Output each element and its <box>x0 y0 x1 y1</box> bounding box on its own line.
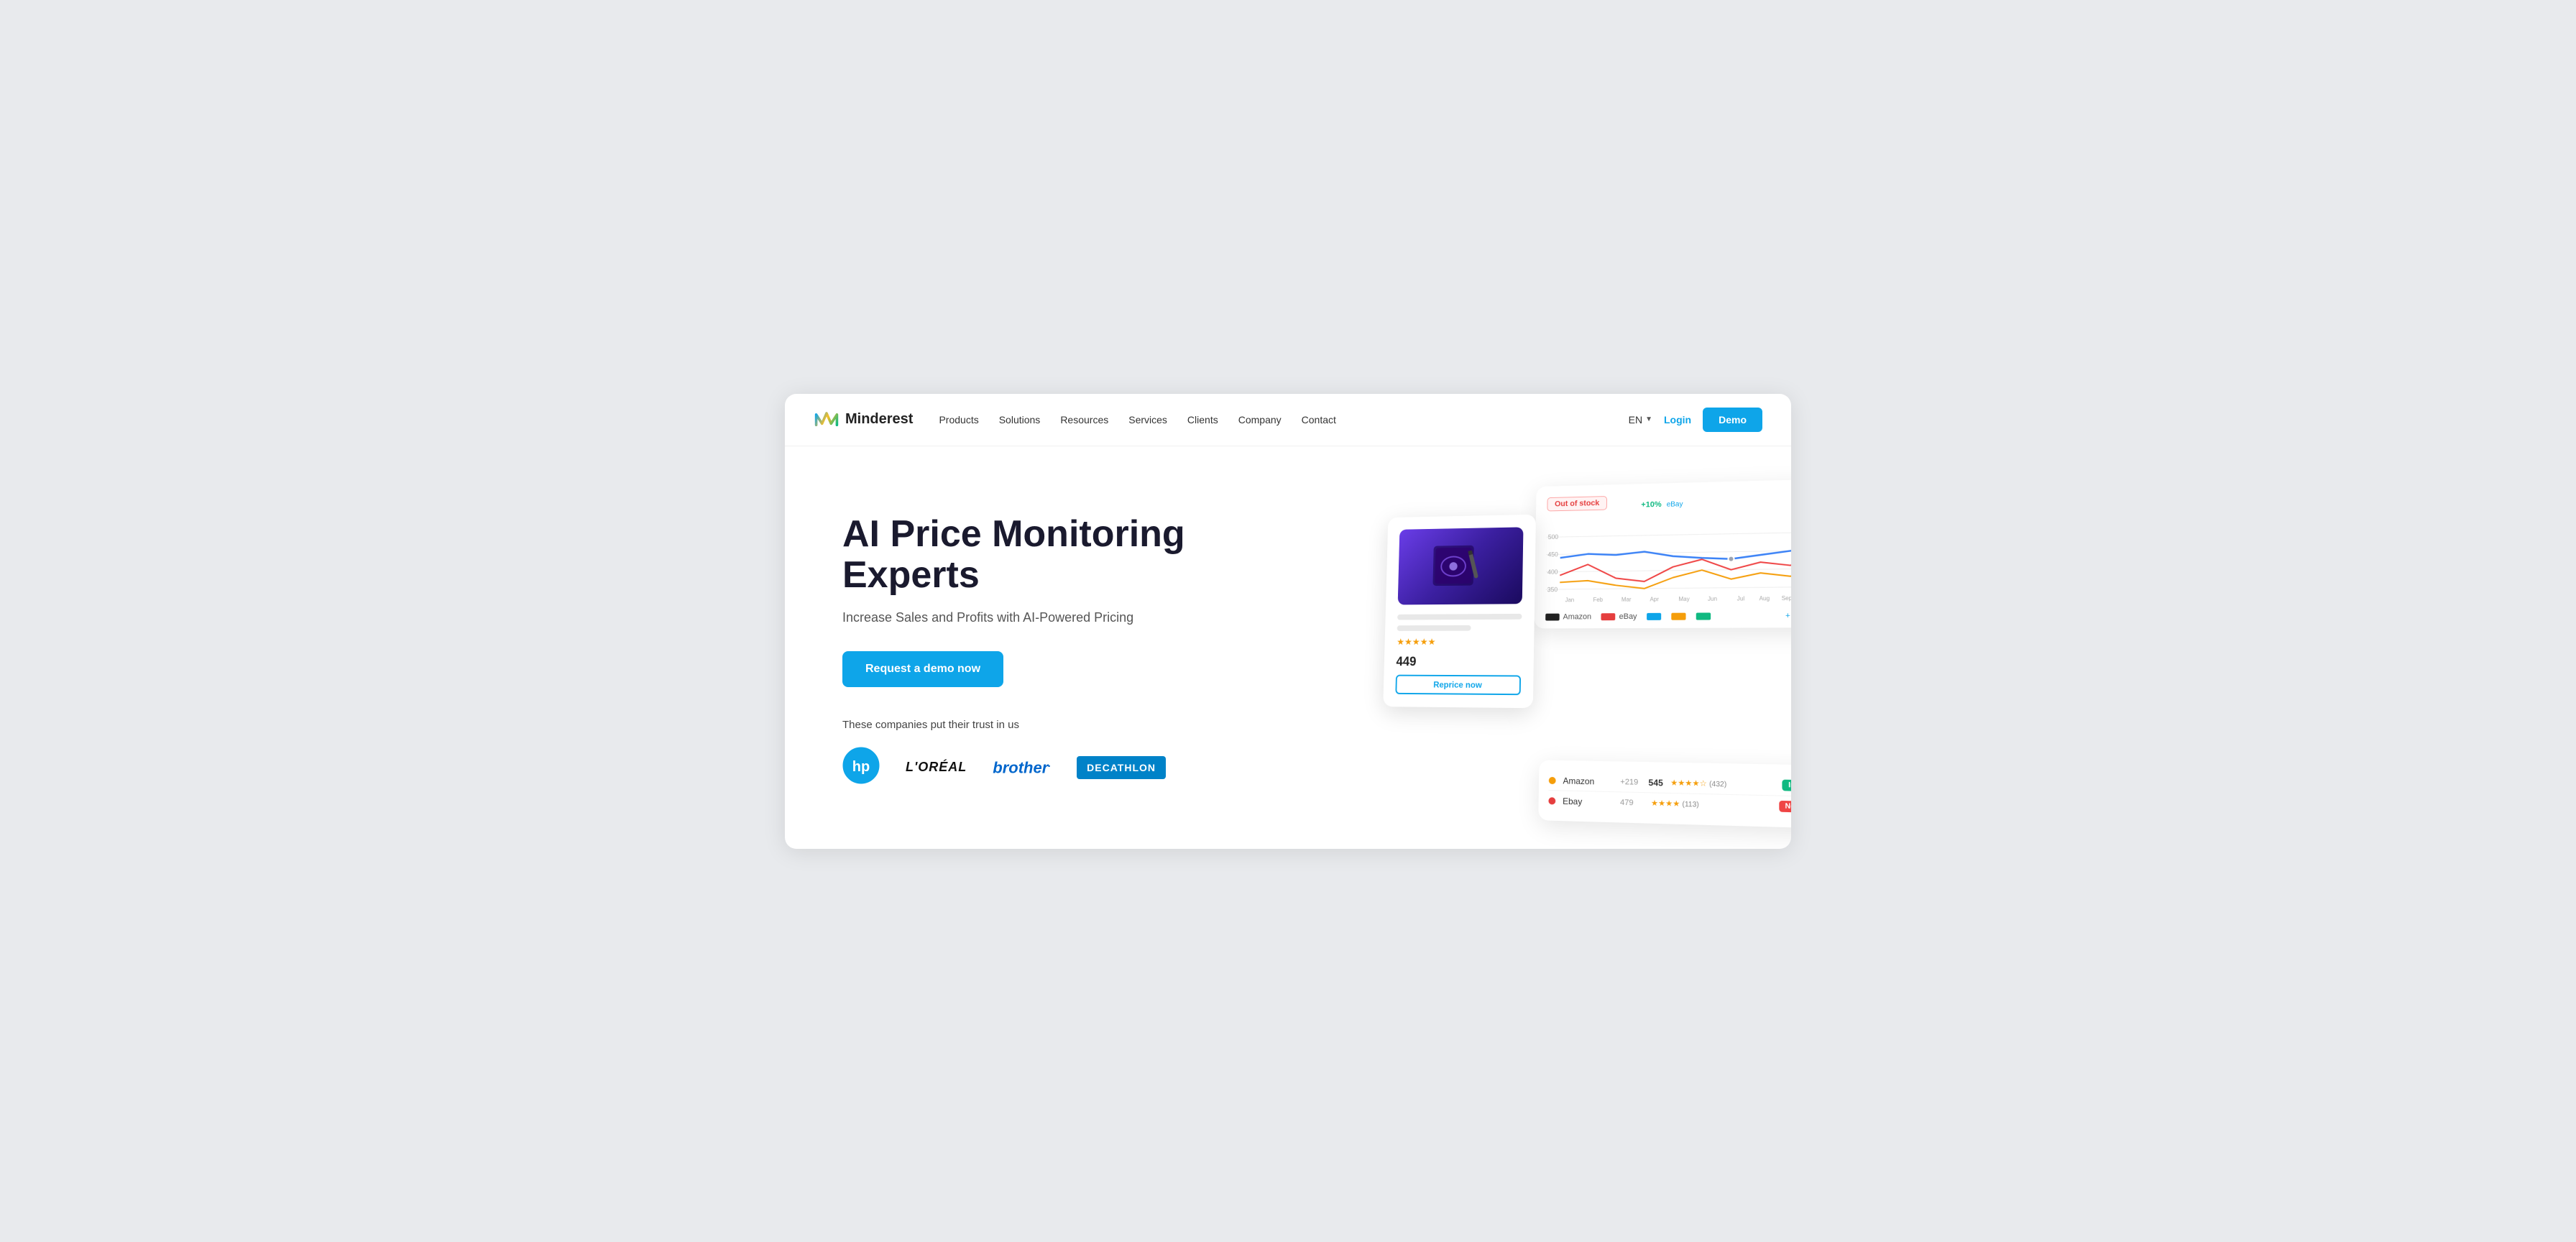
ebay-stars: ★★★★ (113) <box>1651 798 1772 811</box>
brother-logo: brother. <box>993 758 1051 777</box>
ebay-stock-badge: No stock <box>1779 800 1791 812</box>
product-bar-1 <box>1397 613 1522 620</box>
hero-section: AI Price Monitoring Experts Increase Sal… <box>785 446 1791 849</box>
nav-link-services[interactable]: Services <box>1128 414 1167 426</box>
svg-text:hp: hp <box>852 759 870 775</box>
nav-link-company[interactable]: Company <box>1238 414 1282 426</box>
amazon-price: 545 <box>1648 777 1662 788</box>
nav-link-solutions[interactable]: Solutions <box>999 414 1041 426</box>
svg-text:Jan: Jan <box>1565 597 1575 603</box>
product-stars: ★★★★★ <box>1397 636 1522 648</box>
table-panel: Amazon +219 545 ★★★★☆ (432) In stock Eba… <box>1538 760 1791 829</box>
demo-button[interactable]: Demo <box>1703 408 1762 432</box>
trust-text: These companies put their trust in us <box>842 719 1321 731</box>
legend-amazon: Amazon <box>1545 612 1591 621</box>
nav-link-products[interactable]: Products <box>939 414 978 426</box>
logo-icon <box>814 407 840 433</box>
legend-target <box>1696 612 1711 620</box>
chart-panel: Out of stock +10% eBay 350 <box>1535 478 1791 627</box>
ebay-indicator <box>1548 796 1555 804</box>
nav-link-clients[interactable]: Clients <box>1187 414 1218 426</box>
amazon-stock-badge: In stock <box>1782 779 1791 791</box>
amazon-stars: ★★★★☆ (432) <box>1670 778 1775 790</box>
svg-text:Jul: Jul <box>1737 595 1745 602</box>
svg-text:500: 500 <box>1548 533 1559 540</box>
language-selector[interactable]: EN ▼ <box>1629 414 1652 426</box>
navbar: Minderest Products Solutions Resources S… <box>785 394 1791 446</box>
nav-right: EN ▼ Login Demo <box>1629 408 1762 432</box>
out-of-stock-badge: Out of stock <box>1547 496 1607 511</box>
loreal-logo: L'ORÉAL <box>906 760 967 775</box>
logo-text: Minderest <box>845 411 913 428</box>
svg-text:Sep: Sep <box>1782 594 1791 602</box>
cta-button[interactable]: Request a demo now <box>842 651 1003 687</box>
amazon-label: Amazon <box>1563 775 1613 786</box>
logo-link[interactable]: Minderest <box>814 407 913 433</box>
hero-title-line2: Experts <box>842 554 980 596</box>
ebay-old-price: 479 <box>1620 798 1634 807</box>
nav-link-contact[interactable]: Contact <box>1302 414 1336 426</box>
amazon-indicator <box>1549 776 1556 783</box>
legend-ebay2 <box>1647 612 1662 620</box>
legend-ebay1: eBay <box>1601 612 1637 620</box>
decathlon-logo: DECATHLON <box>1077 756 1166 779</box>
nav-links: Products Solutions Resources Services Cl… <box>939 414 1628 426</box>
ebay-label: Ebay <box>1563 796 1613 807</box>
product-image <box>1398 527 1524 604</box>
product-card: ★★★★★ 449 Reprice now <box>1383 514 1536 708</box>
svg-text:Mar: Mar <box>1622 596 1632 602</box>
main-card: Minderest Products Solutions Resources S… <box>785 394 1791 849</box>
chart-legend: Amazon eBay <box>1545 611 1791 621</box>
login-button[interactable]: Login <box>1664 414 1691 426</box>
hero-subtitle: Increase Sales and Profits with AI-Power… <box>842 610 1321 625</box>
hp-logo: hp <box>842 747 880 788</box>
svg-text:Feb: Feb <box>1593 596 1603 602</box>
hero-title-line1: AI Price Monitoring <box>842 513 1185 555</box>
amazon-old-price: +219 <box>1620 777 1638 786</box>
hero-left: AI Price Monitoring Experts Increase Sal… <box>842 514 1321 788</box>
reprice-button[interactable]: Reprice now <box>1395 674 1521 695</box>
brand-logos: hp L'ORÉAL brother. DECATHLON <box>842 747 1321 788</box>
svg-text:450: 450 <box>1547 551 1558 558</box>
svg-text:400: 400 <box>1547 568 1558 575</box>
product-price: 449 <box>1396 654 1521 669</box>
product-bar-2 <box>1397 625 1471 630</box>
svg-text:Apr: Apr <box>1650 596 1659 602</box>
svg-text:350: 350 <box>1547 585 1558 592</box>
dashboard-mockup: ★★★★★ 449 Reprice now Out of stock +10% … <box>1380 478 1791 821</box>
svg-text:Aug: Aug <box>1760 595 1770 602</box>
hero-right: ★★★★★ 449 Reprice now Out of stock +10% … <box>1374 446 1791 849</box>
legend-walmart <box>1672 612 1686 620</box>
add-more-label[interactable]: + Add more <box>1785 611 1791 620</box>
svg-text:Jun: Jun <box>1708 595 1717 602</box>
hero-title: AI Price Monitoring Experts <box>842 514 1321 596</box>
lang-label: EN <box>1629 414 1642 426</box>
price-chart: 350 400 450 500 Jan Feb Mar Apr May Jun … <box>1546 513 1791 603</box>
svg-text:May: May <box>1679 595 1690 602</box>
nav-link-resources[interactable]: Resources <box>1060 414 1108 426</box>
chevron-down-icon: ▼ <box>1645 415 1652 423</box>
